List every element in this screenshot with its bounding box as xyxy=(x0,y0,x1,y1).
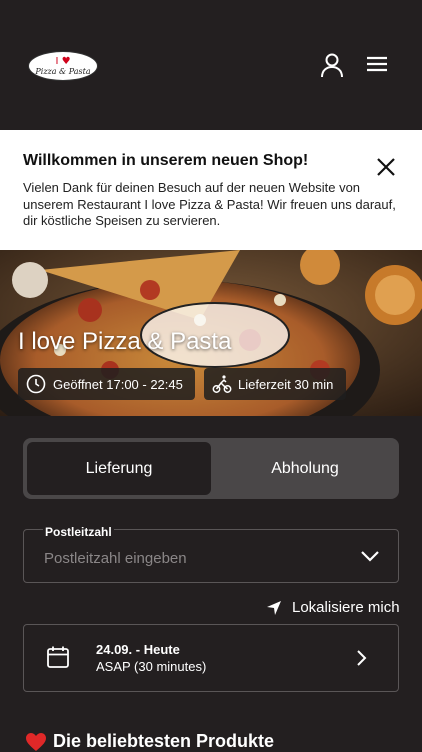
locate-me-button[interactable]: Lokalisiere mich xyxy=(266,599,400,616)
opening-hours-text: Geöffnet 17:00 - 22:45 xyxy=(53,376,183,392)
postal-code-input[interactable]: Postleitzahl eingeben xyxy=(44,550,187,567)
banner-title: Willkommen in unserem neuen Shop! xyxy=(23,152,309,169)
heart-icon xyxy=(26,732,46,751)
opening-hours-badge: Geöffnet 17:00 - 22:45 xyxy=(18,368,195,400)
pickup-tab[interactable]: Abholung xyxy=(215,442,395,495)
logo-heart: I ♥ xyxy=(55,55,71,67)
popular-products-title: Die beliebtesten Produkte xyxy=(53,731,275,751)
popular-products-heading: Die beliebtesten Produkte xyxy=(25,731,274,752)
logo-text: Pizza & Pasta xyxy=(35,66,91,76)
banner-text: Vielen Dank für deinen Besuch auf der ne… xyxy=(23,180,396,228)
calendar-icon xyxy=(47,646,69,668)
delivery-time-text: Lieferzeit 30 min xyxy=(238,376,334,392)
locate-me-label: Lokalisiere mich xyxy=(292,599,400,616)
clock-icon xyxy=(26,374,46,394)
delivery-time-select[interactable]: 24.09. - Heute ASAP (30 minutes) xyxy=(23,624,399,692)
chevron-down-icon[interactable] xyxy=(360,549,380,563)
close-icon[interactable] xyxy=(374,155,398,179)
postal-code-select[interactable]: Postleitzahl Postleitzahl eingeben xyxy=(23,525,399,583)
location-arrow-icon xyxy=(267,600,281,615)
user-icon[interactable] xyxy=(319,52,345,78)
delivery-time-option: ASAP (30 minutes) xyxy=(96,659,207,674)
postal-code-label: Postleitzahl xyxy=(43,525,114,539)
delivery-date: 24.09. - Heute xyxy=(96,642,180,657)
app-header: I ♥ Pizza & Pasta xyxy=(0,0,422,130)
delivery-tab[interactable]: Lieferung xyxy=(27,442,211,495)
bike-icon xyxy=(212,375,232,393)
restaurant-name: I love Pizza & Pasta xyxy=(18,328,232,355)
menu-icon[interactable] xyxy=(365,52,391,78)
order-mode-toggle: Lieferung Abholung xyxy=(23,438,399,499)
restaurant-logo[interactable]: I ♥ Pizza & Pasta xyxy=(28,51,98,81)
chevron-right-icon[interactable] xyxy=(356,649,368,667)
delivery-time-badge: Lieferzeit 30 min xyxy=(204,368,346,400)
welcome-banner: Willkommen in unserem neuen Shop! Vielen… xyxy=(0,130,422,250)
